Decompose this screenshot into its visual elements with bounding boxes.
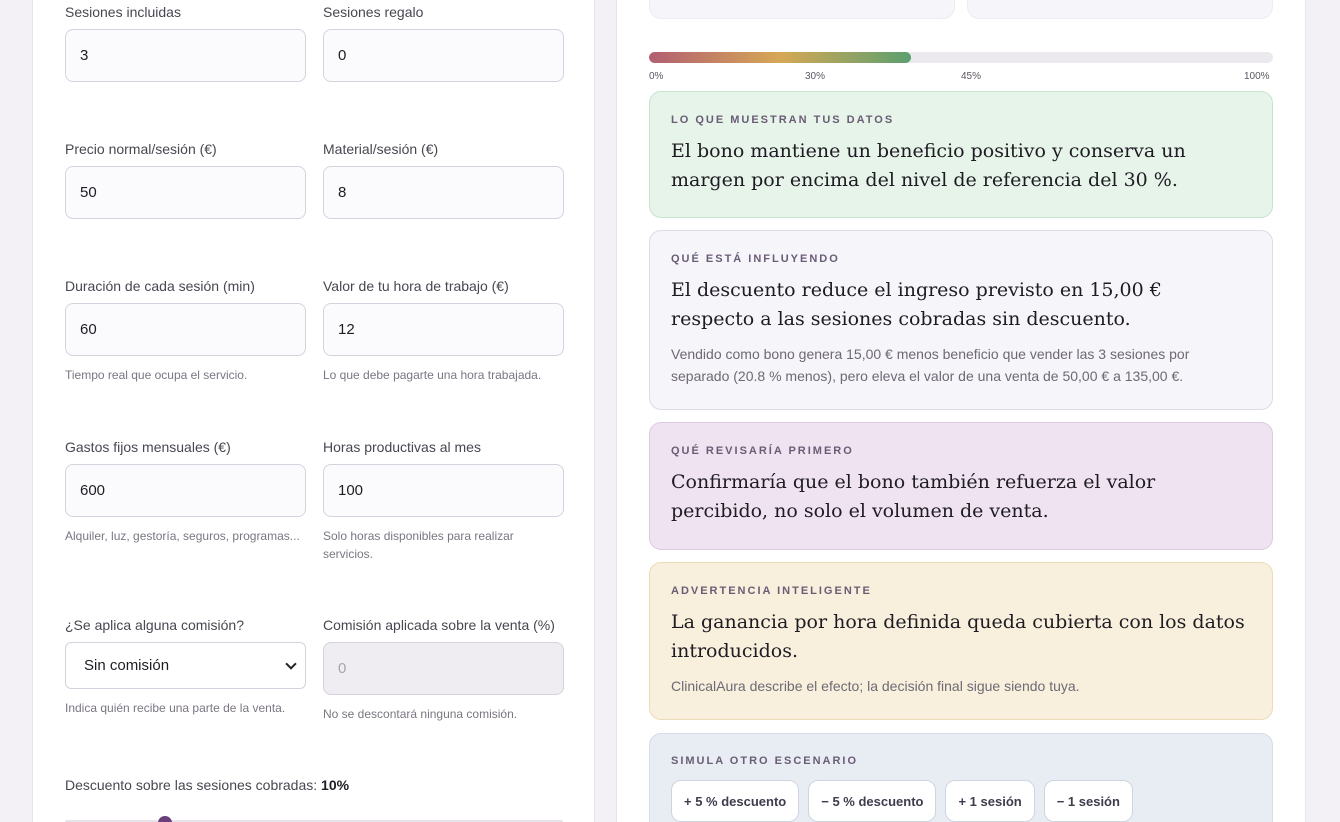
gift-sessions-input[interactable]: 0: [323, 29, 564, 82]
data-insight-text: El bono mantiene un beneficio positivo y…: [671, 140, 1186, 191]
chevron-down-icon: [285, 657, 297, 670]
commission-type-field: ¿Se aplica alguna comisión? Sin comisión…: [65, 617, 306, 717]
data-insight-card: Lo que muestran tus datos El bono mantie…: [649, 91, 1273, 218]
remove-session-button[interactable]: − 1 sesión: [1043, 780, 1133, 822]
sessions-included-field: Sesiones incluidas 3: [65, 4, 306, 82]
simulate-kicker: Simula otro escenario: [671, 755, 859, 767]
review-card: Qué revisaría primero Confirmaría que el…: [649, 422, 1273, 550]
productive-hours-hint: Solo horas disponibles para realizar ser…: [323, 529, 514, 561]
gift-sessions-label: Sesiones regalo: [323, 4, 424, 20]
commission-pct-label: Comisión aplicada sobre la venta (%): [323, 617, 555, 633]
hour-value-field: Valor de tu hora de trabajo (€) 12 Lo qu…: [323, 278, 564, 384]
hour-value-label: Valor de tu hora de trabajo (€): [323, 278, 509, 294]
productive-hours-input[interactable]: 100: [323, 464, 564, 517]
fixed-costs-label: Gastos fijos mensuales (€): [65, 439, 231, 455]
decrease-discount-button[interactable]: − 5 % descuento: [808, 780, 937, 822]
productive-hours-field: Horas productivas al mes 100 Solo horas …: [323, 439, 564, 563]
discount-label-text: Descuento sobre las sesiones cobradas:: [65, 777, 318, 793]
hour-value-input[interactable]: 12: [323, 303, 564, 356]
commission-type-label: ¿Se aplica alguna comisión?: [65, 617, 244, 633]
warning-text: La ganancia por hora definida queda cubi…: [671, 611, 1245, 662]
tick-label-45: 45%: [961, 71, 982, 82]
discount-slider-thumb[interactable]: [157, 816, 172, 822]
increase-discount-button[interactable]: + 5 % descuento: [671, 780, 800, 822]
inputs-panel: Sesiones incluidas 3 Sesiones regalo 0 P…: [32, 0, 595, 822]
simulate-buttons: + 5 % descuento − 5 % descuento + 1 sesi…: [671, 780, 1251, 822]
margin-progress-bar: [649, 52, 1273, 63]
sessions-included-label: Sesiones incluidas: [65, 4, 181, 20]
simulate-card: Simula otro escenario + 5 % descuento − …: [649, 733, 1273, 822]
commission-type-hint: Indica quién recibe una parte de la vent…: [65, 701, 286, 715]
normal-price-input[interactable]: 50: [65, 166, 306, 219]
duration-input[interactable]: 60: [65, 303, 306, 356]
tick-label-0: 0%: [649, 71, 664, 82]
review-kicker: Qué revisaría primero: [671, 445, 854, 457]
warning-detail: ClinicalAura describe el efecto; la deci…: [671, 678, 1080, 694]
influence-card: Qué está influyendo El descuento reduce …: [649, 230, 1273, 410]
normal-price-label: Precio normal/sesión (€): [65, 141, 217, 157]
gift-sessions-field: Sesiones regalo 0: [323, 4, 564, 82]
material-label: Material/sesión (€): [323, 141, 439, 157]
influence-detail: Vendido como bono genera 15,00 € menos b…: [671, 346, 1190, 384]
material-field: Material/sesión (€) 8: [323, 141, 564, 219]
material-input[interactable]: 8: [323, 166, 564, 219]
productive-hours-label: Horas productivas al mes: [323, 439, 481, 455]
duration-field: Duración de cada sesión (min) 60 Tiempo …: [65, 278, 306, 384]
add-session-button[interactable]: + 1 sesión: [945, 780, 1035, 822]
commission-pct-input[interactable]: 0: [323, 642, 564, 695]
review-text: Confirmaría que el bono también refuerza…: [671, 471, 1156, 522]
data-insight-kicker: Lo que muestran tus datos: [671, 114, 895, 126]
tick-label-30: 30%: [805, 71, 826, 82]
duration-hint: Tiempo real que ocupa el servicio.: [65, 368, 248, 382]
warning-card: Advertencia inteligente La ganancia por …: [649, 562, 1273, 720]
commission-pct-hint: No se descontará ninguna comisión.: [323, 707, 518, 721]
sessions-included-input[interactable]: 3: [65, 29, 306, 82]
duration-label: Duración de cada sesión (min): [65, 278, 255, 294]
fixed-costs-field: Gastos fijos mensuales (€) 600 Alquiler,…: [65, 439, 306, 545]
fixed-costs-hint: Alquiler, luz, gestoría, seguros, progra…: [65, 529, 300, 543]
summary-card-stub-right: [967, 0, 1273, 19]
margin-progress-fill: [649, 52, 912, 63]
discount-value: 10%: [321, 777, 350, 793]
fixed-costs-input[interactable]: 600: [65, 464, 306, 517]
tick-label-100: 100%: [1244, 71, 1270, 82]
influence-text: El descuento reduce el ingreso previsto …: [671, 279, 1162, 330]
warning-kicker: Advertencia inteligente: [671, 585, 872, 597]
discount-label: Descuento sobre las sesiones cobradas: 1…: [65, 777, 349, 793]
influence-kicker: Qué está influyendo: [671, 253, 840, 265]
commission-type-select[interactable]: Sin comisión: [65, 642, 306, 689]
commission-pct-field: Comisión aplicada sobre la venta (%) 0 N…: [323, 617, 564, 723]
normal-price-field: Precio normal/sesión (€) 50: [65, 141, 306, 219]
hour-value-hint: Lo que debe pagarte una hora trabajada.: [323, 368, 542, 382]
summary-card-stub-left: [649, 0, 955, 19]
commission-type-value: Sin comisión: [84, 657, 170, 674]
results-panel: 0% 30% 45% 100% Lo que muestran tus dato…: [616, 0, 1306, 822]
